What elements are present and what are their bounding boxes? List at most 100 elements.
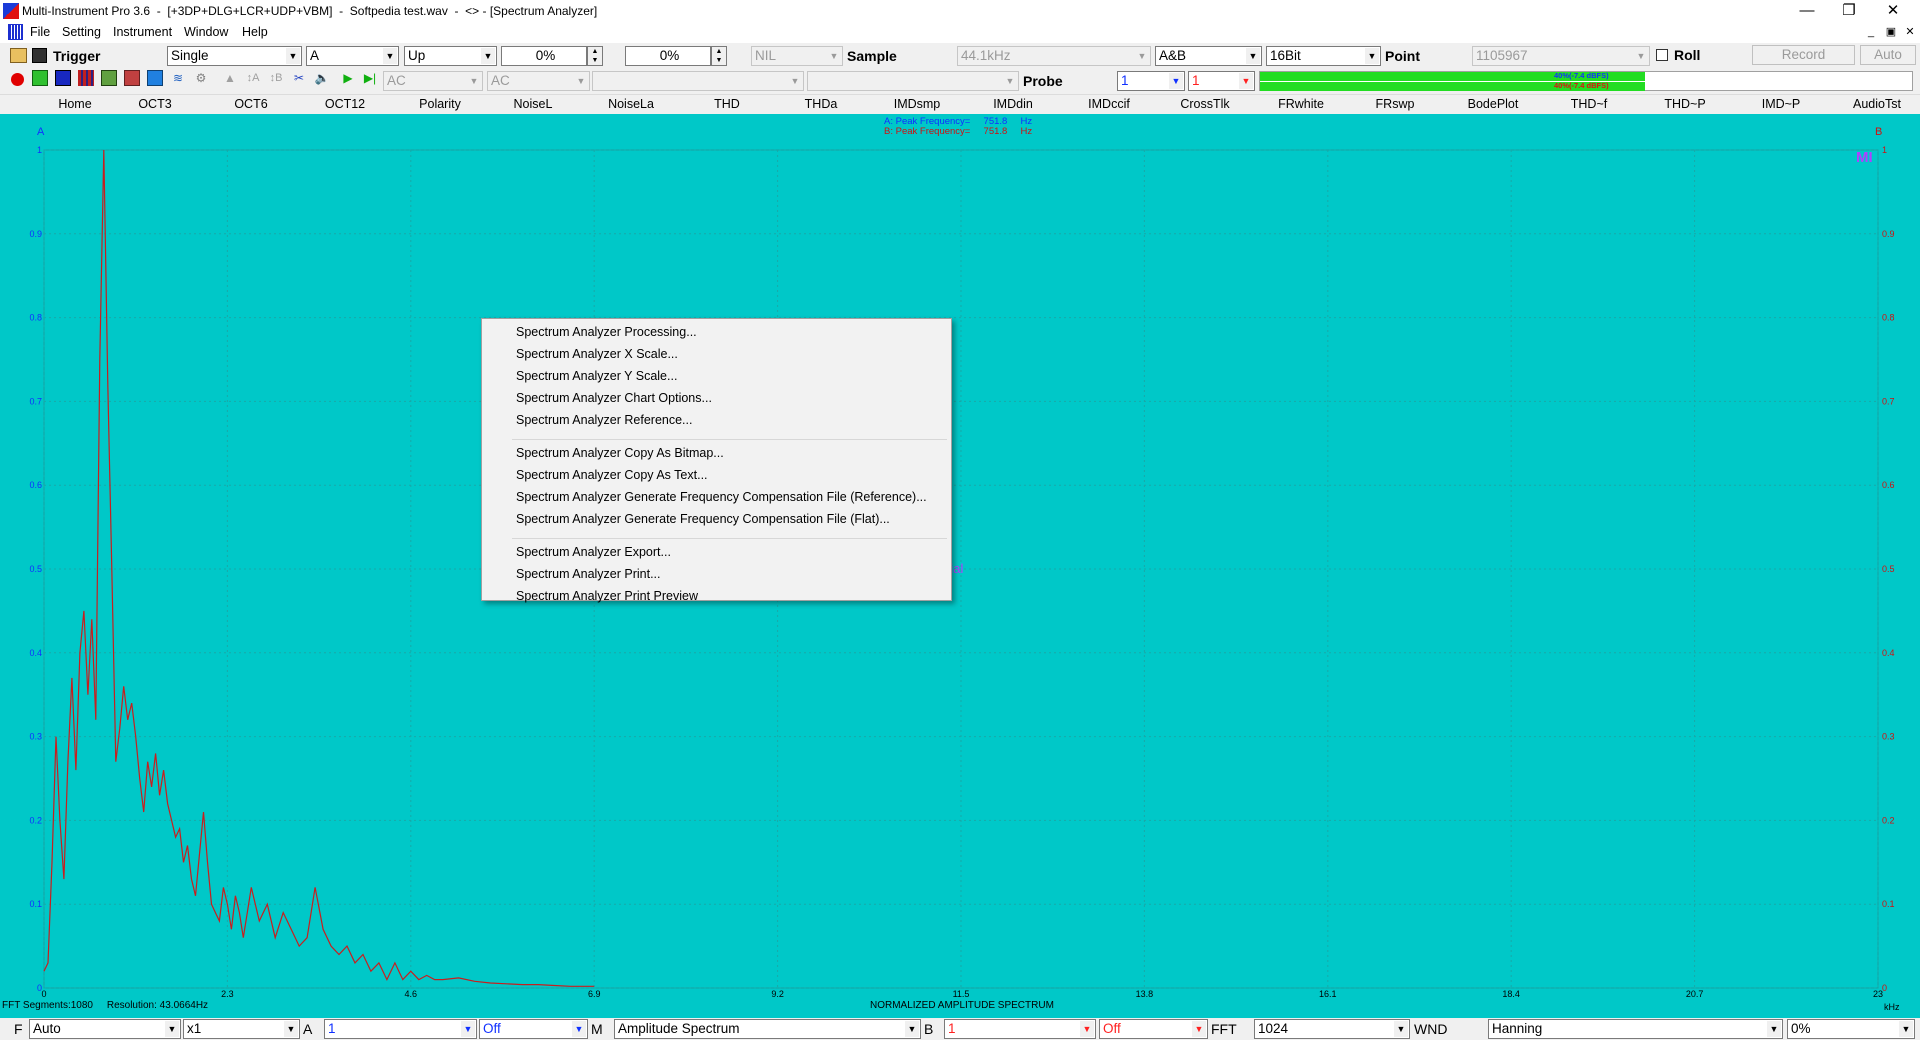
open-folder-icon[interactable] <box>10 48 27 63</box>
lock-icon[interactable]: ▲ <box>222 70 238 86</box>
step-play-icon[interactable]: ▶| <box>362 70 378 86</box>
sample-rate-select[interactable]: 44.1kHz ▼ <box>957 46 1151 66</box>
tools-icon[interactable]: ✂ <box>291 70 307 86</box>
record-icon[interactable] <box>11 73 24 86</box>
fft-size-select[interactable]: 1024 ▼ <box>1254 1019 1410 1039</box>
auto-button[interactable]: Auto <box>1860 45 1916 65</box>
coupling-b-select[interactable]: AC ▼ <box>487 71 590 91</box>
tab-oct6[interactable]: OCT6 <box>206 97 296 111</box>
probe-b-select[interactable]: 1 ▼ <box>1188 71 1255 91</box>
trigger-delay-spinner[interactable]: ▲ ▼ <box>711 46 727 66</box>
context-menu-item[interactable]: Spectrum Analyzer Chart Options... <box>516 391 712 405</box>
channel-a-state-select[interactable]: Off ▼ <box>479 1019 588 1039</box>
tab-imdccif[interactable]: IMDccif <box>1064 97 1154 111</box>
mdi-close-button[interactable]: ✕ <box>1903 26 1917 40</box>
tab-oct12[interactable]: OCT12 <box>300 97 390 111</box>
frequency-scale-select[interactable]: Auto ▼ <box>29 1019 181 1039</box>
input-a-select[interactable]: ▼ <box>592 71 804 91</box>
context-menu-item[interactable]: Spectrum Analyzer Generate Frequency Com… <box>516 490 927 504</box>
tab-imd-p[interactable]: IMD~P <box>1736 97 1826 111</box>
tab-polarity[interactable]: Polarity <box>395 97 485 111</box>
bit-depth-select[interactable]: 16Bit ▼ <box>1266 46 1381 66</box>
dds-icon[interactable] <box>147 70 163 86</box>
context-menu-item[interactable]: Spectrum Analyzer Export... <box>516 545 671 559</box>
channels-select[interactable]: A&B ▼ <box>1155 46 1262 66</box>
context-menu-item[interactable]: Spectrum Analyzer Copy As Bitmap... <box>516 446 724 460</box>
context-menu-item[interactable]: Spectrum Analyzer Copy As Text... <box>516 468 708 482</box>
save-icon[interactable] <box>32 48 47 63</box>
tab-imddin[interactable]: IMDdin <box>968 97 1058 111</box>
trigger-level-spinner[interactable]: ▲ ▼ <box>587 46 603 66</box>
window-function-value: Hanning <box>1492 1021 1543 1036</box>
trigger-delay-input[interactable]: 0% <box>625 46 711 66</box>
context-menu-item[interactable]: Spectrum Analyzer Y Scale... <box>516 369 677 383</box>
spectrogram-icon[interactable] <box>78 70 94 86</box>
menu-window[interactable]: Window <box>184 25 228 39</box>
trigger-channel-select[interactable]: A ▼ <box>306 46 399 66</box>
trigger-edge-select[interactable]: Up ▼ <box>404 46 497 66</box>
tab-frwhite[interactable]: FRwhite <box>1256 97 1346 111</box>
chevron-down-icon: ▼ <box>827 48 841 64</box>
spectrum-chart[interactable]: 0 2.3 4.6 6.9 9.2 11.5 13.8 16.1 18.4 20.7 23 0 0 0.1… <box>0 114 1920 1018</box>
probe-a-select[interactable]: 1 ▼ <box>1117 71 1185 91</box>
tab-home[interactable]: Home <box>30 97 120 111</box>
f-label: F <box>14 1021 23 1037</box>
channel-a-scale-select[interactable]: 1 ▼ <box>324 1019 477 1039</box>
mdi-restore-button[interactable]: ▣ <box>1884 26 1898 40</box>
tab-noisela[interactable]: NoiseLa <box>586 97 676 111</box>
tab-thda[interactable]: THDa <box>776 97 866 111</box>
point-select[interactable]: 1105967 ▼ <box>1472 46 1650 66</box>
waveform-icon[interactable]: ≋ <box>170 70 186 86</box>
context-menu-item[interactable]: Spectrum Analyzer Processing... <box>516 325 697 339</box>
menu-instrument[interactable]: Instrument <box>113 25 172 39</box>
trigger-mode-select[interactable]: Single ▼ <box>167 46 302 66</box>
context-menu-item[interactable]: Spectrum Analyzer Generate Frequency Com… <box>516 512 890 526</box>
menu-help[interactable]: Help <box>242 25 268 39</box>
tab-crosstlk[interactable]: CrossTlk <box>1160 97 1250 111</box>
oscilloscope-icon[interactable] <box>32 70 48 86</box>
phase-icon[interactable] <box>101 70 117 86</box>
trigger-level-input[interactable]: 0% <box>501 46 587 66</box>
document-icon[interactable] <box>8 24 23 40</box>
context-menu-item[interactable]: Spectrum Analyzer Reference... <box>516 413 692 427</box>
mdi-minimize-button[interactable]: _ <box>1864 26 1878 40</box>
mode-select[interactable]: Amplitude Spectrum ▼ <box>614 1019 921 1039</box>
tab-bodeplot[interactable]: BodePlot <box>1448 97 1538 111</box>
speaker-icon[interactable]: 🔈 <box>314 70 330 86</box>
menu-file[interactable]: File <box>30 25 50 39</box>
window-function-select[interactable]: Hanning ▼ <box>1488 1019 1783 1039</box>
overlap-select[interactable]: 0% ▼ <box>1787 1019 1915 1039</box>
play-icon[interactable]: ▶ <box>340 70 356 86</box>
device-icon[interactable]: ⚙ <box>193 70 209 86</box>
tab-imdsmp[interactable]: IMDsmp <box>872 97 962 111</box>
tab-thd-f[interactable]: THD~f <box>1544 97 1634 111</box>
tab-audiotst[interactable]: AudioTst <box>1832 97 1920 111</box>
zoom-select[interactable]: x1 ▼ <box>183 1019 300 1039</box>
nil-select[interactable]: NIL ▼ <box>751 46 843 66</box>
channel-a-state-value: Off <box>483 1021 501 1036</box>
record-button[interactable]: Record <box>1752 45 1855 65</box>
context-menu-item[interactable]: Spectrum Analyzer Print Preview <box>516 589 698 603</box>
meter-icon[interactable] <box>124 70 140 86</box>
channel-b-icon[interactable]: ↕B <box>268 70 284 86</box>
channel-b-scale-select[interactable]: 1 ▼ <box>944 1019 1096 1039</box>
tab-oct3[interactable]: OCT3 <box>110 97 200 111</box>
tab-noisel[interactable]: NoiseL <box>488 97 578 111</box>
y-tick-label-left: 0.2 <box>29 815 42 825</box>
input-b-select[interactable]: ▼ <box>807 71 1019 91</box>
spectrum-icon[interactable] <box>55 70 71 86</box>
close-button[interactable]: ✕ <box>1870 0 1916 23</box>
context-menu-item[interactable]: Spectrum Analyzer X Scale... <box>516 347 678 361</box>
tab-thd-p[interactable]: THD~P <box>1640 97 1730 111</box>
roll-checkbox[interactable] <box>1656 49 1668 61</box>
context-menu-item[interactable]: Spectrum Analyzer Print... <box>516 567 661 581</box>
chevron-down-icon: ▼ <box>574 73 588 89</box>
minimize-button[interactable]: — <box>1784 0 1830 23</box>
tab-frswp[interactable]: FRswp <box>1350 97 1440 111</box>
restore-button[interactable]: ❐ <box>1826 0 1872 23</box>
coupling-a-select[interactable]: AC ▼ <box>383 71 483 91</box>
channel-b-state-select[interactable]: Off ▼ <box>1099 1019 1208 1039</box>
menu-setting[interactable]: Setting <box>62 25 101 39</box>
tab-thd[interactable]: THD <box>682 97 772 111</box>
channel-a-icon[interactable]: ↕A <box>245 70 261 86</box>
